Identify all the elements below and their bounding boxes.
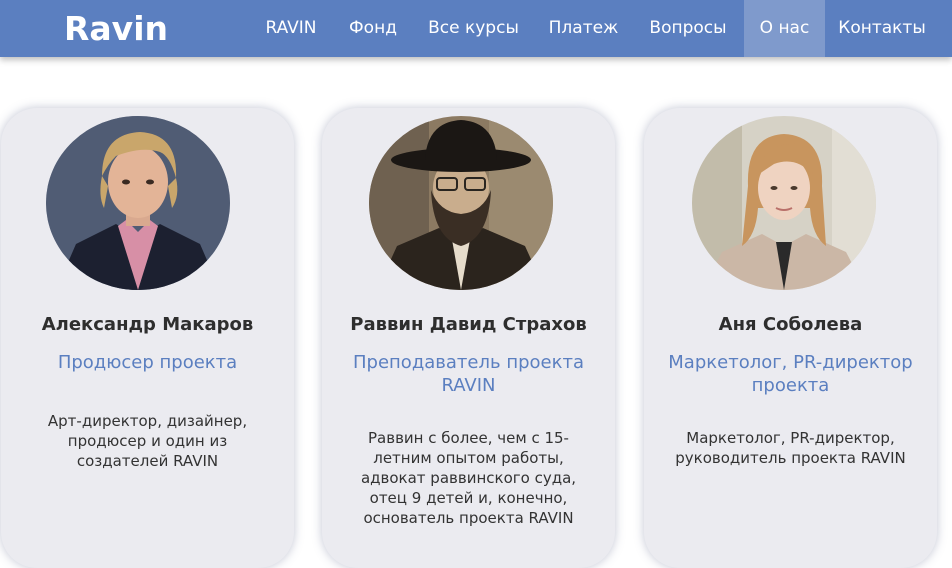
member-bio: Маркетолог, PR-директор, руководитель пр… [675, 429, 906, 467]
member-name: Аня Соболева [718, 314, 863, 335]
nav-item-about[interactable]: О нас [744, 0, 825, 57]
nav-item-ravin[interactable]: RAVIN [248, 0, 334, 57]
avatar-photo [692, 116, 876, 290]
nav-item-contacts[interactable]: Контакты [825, 0, 939, 57]
team-card-marketer: Аня Соболева Маркетолог, PR-директор про… [644, 108, 937, 568]
avatar-photo [46, 116, 230, 290]
avatar-photo [369, 116, 553, 290]
member-bio: Раввин с более, чем с 15-летним опытом р… [360, 429, 577, 527]
member-role: Преподаватель проекта RAVIN [353, 352, 584, 396]
member-bio: Арт-директор, дизайнер, продюсер и один … [47, 412, 248, 470]
team-card-teacher: Раввин Давид Страхов Преподаватель проек… [322, 108, 615, 568]
team-card-producer: Александр Макаров Продюсер проекта Арт-д… [1, 108, 294, 568]
nav-item-questions[interactable]: Вопросы [632, 0, 744, 57]
ravin-logo[interactable]: Ravin [64, 9, 168, 49]
nav-item-payment[interactable]: Платеж [535, 0, 632, 57]
nav-item-all-courses[interactable]: Все курсы [412, 0, 535, 57]
top-navbar: Ravin RAVIN Фонд Все курсы Платеж Вопрос… [0, 0, 952, 57]
member-role: Продюсер проекта [57, 352, 238, 373]
nav-item-fund[interactable]: Фонд [334, 0, 412, 57]
member-name: Александр Макаров [41, 314, 254, 335]
member-name: Раввин Давид Страхов [350, 314, 587, 335]
member-role: Маркетолог, PR-директор проекта [668, 352, 913, 396]
